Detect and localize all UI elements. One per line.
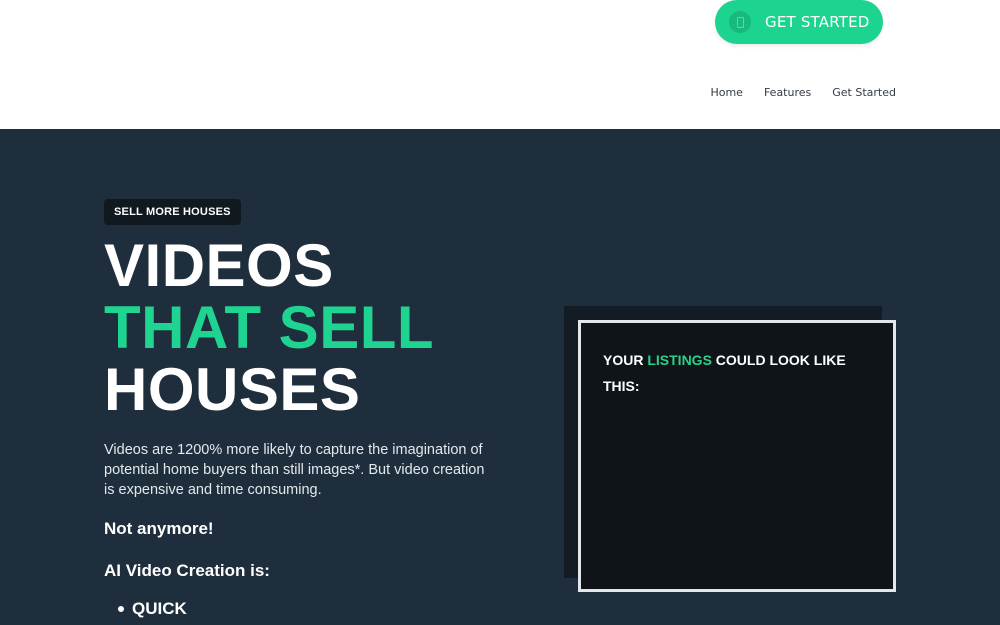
ai-video-label: AI Video Creation is: [104, 561, 270, 580]
not-anymore-text: Not anymore! [104, 519, 214, 538]
main-nav: Home Features Get Started [710, 86, 896, 99]
preview-caption: YOUR LISTINGS COULD LOOK LIKE THIS: [603, 347, 873, 399]
hero-description: Videos are 1200% more likely to capture … [104, 442, 485, 498]
nav-home[interactable]: Home [710, 86, 742, 99]
sell-more-houses-badge: SELL MORE HOUSES [104, 199, 241, 225]
headline-line-1: VIDEOS [104, 232, 334, 299]
preview-text-before: YOUR [603, 352, 648, 368]
hero-headline: VIDEOS THAT SELL HOUSES [104, 235, 434, 421]
bullet-dot-icon [118, 606, 124, 612]
mobile-phone-icon [729, 11, 751, 33]
benefit-list: QUICK [118, 599, 187, 619]
nav-get-started[interactable]: Get Started [832, 86, 896, 99]
headline-line-3: HOUSES [104, 356, 361, 423]
site-header: GET STARTED Home Features Get Started [0, 0, 1000, 129]
headline-line-2: THAT SELL [104, 294, 435, 361]
benefit-label: QUICK [132, 599, 187, 618]
list-item: QUICK [118, 599, 187, 619]
preview-text-highlight: LISTINGS [647, 352, 712, 368]
hero-section: SELL MORE HOUSES VIDEOS THAT SELL HOUSES… [0, 129, 1000, 625]
get-started-label: GET STARTED [765, 13, 870, 31]
video-preview[interactable]: YOUR LISTINGS COULD LOOK LIKE THIS: [578, 320, 896, 592]
nav-features[interactable]: Features [764, 86, 811, 99]
get-started-button[interactable]: GET STARTED [715, 0, 883, 44]
